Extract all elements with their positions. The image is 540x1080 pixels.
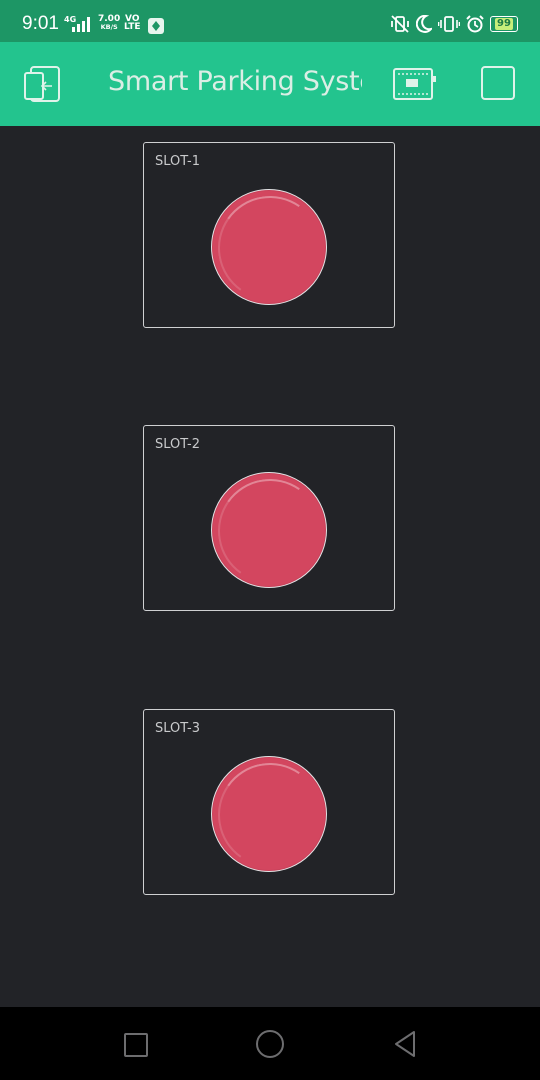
status-time: 9:01 — [22, 13, 59, 34]
slot-card-3: SLOT-3 — [143, 709, 395, 895]
app-notification-icon — [148, 18, 164, 34]
slot-card-1: SLOT-1 — [143, 142, 395, 328]
slot-led-indicator — [211, 472, 327, 588]
slot-label: SLOT-1 — [155, 154, 200, 169]
status-right-icons: 99 — [390, 15, 518, 33]
volte-indicator: VO LTE — [124, 15, 141, 32]
battery-icon: 99 — [490, 16, 518, 32]
vibrate-icon — [438, 16, 460, 32]
speed-unit: KB/S — [100, 23, 118, 31]
vibrate-off-icon — [391, 15, 409, 33]
speed-value: 7.00 — [98, 14, 121, 24]
slot-label: SLOT-3 — [155, 721, 200, 736]
moon-icon — [416, 15, 432, 33]
back-icon[interactable] — [393, 1030, 417, 1058]
volte-bottom: LTE — [124, 22, 141, 32]
stop-button[interactable] — [481, 66, 515, 100]
logout-icon[interactable] — [22, 64, 62, 104]
network-speed: 7.00 KB/S — [98, 14, 121, 32]
slot-led-indicator — [211, 189, 327, 305]
app-title: Smart Parking Syster — [108, 66, 362, 97]
alarm-icon — [466, 15, 484, 33]
home-icon[interactable] — [256, 1030, 284, 1058]
slot-led-indicator — [211, 756, 327, 872]
app-bar: Smart Parking Syster — [0, 42, 540, 126]
status-bar: 9:01 4G 7.00 KB/S VO LTE 99 — [0, 0, 540, 42]
device-board-icon[interactable] — [392, 66, 438, 102]
slot-label: SLOT-2 — [155, 437, 200, 452]
signal-icon — [72, 17, 90, 32]
navigation-bar — [0, 1007, 540, 1080]
slot-card-2: SLOT-2 — [143, 425, 395, 611]
recents-icon[interactable] — [124, 1033, 148, 1057]
battery-level: 99 — [495, 18, 513, 30]
